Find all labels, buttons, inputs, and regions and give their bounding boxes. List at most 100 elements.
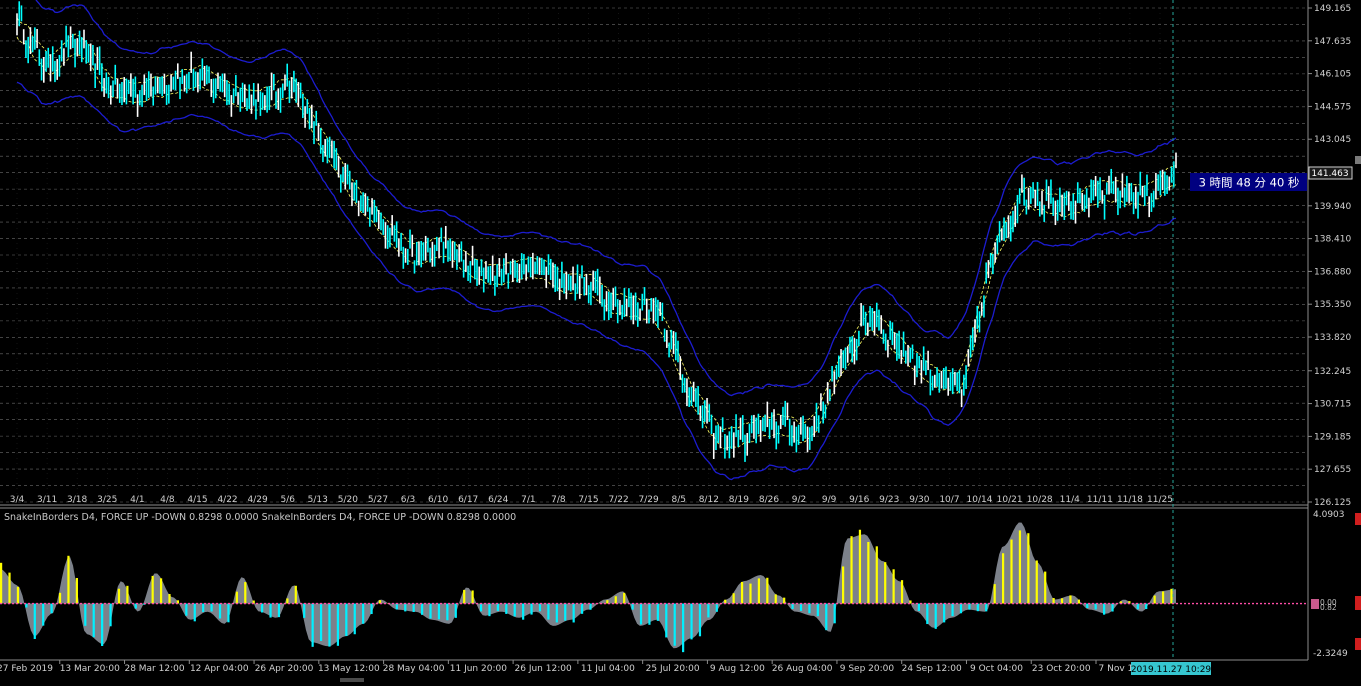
indicator-bar bbox=[530, 604, 532, 615]
indicator-bar bbox=[665, 604, 667, 638]
indicator-bar bbox=[1111, 604, 1113, 612]
indicator-bar bbox=[1036, 560, 1038, 603]
indicator-bar bbox=[800, 604, 802, 611]
indicator-bar bbox=[480, 604, 482, 612]
indicator-bar bbox=[817, 604, 819, 617]
indicator-bar bbox=[295, 586, 297, 604]
time-tick-label: 28 Mar 12:00 bbox=[124, 664, 184, 674]
indicator-bar bbox=[514, 604, 516, 617]
indicator-bar bbox=[556, 604, 558, 623]
indicator-bar bbox=[985, 604, 987, 612]
date-tick-label: 3/18 bbox=[67, 495, 87, 505]
current-price-label: 141.463 bbox=[1311, 169, 1348, 179]
indicator-bar bbox=[152, 576, 154, 604]
cursor-date-text: 2019.11.27 10:29 bbox=[1131, 665, 1212, 675]
indicator-bar bbox=[783, 598, 785, 604]
date-tick-label: 10/21 bbox=[997, 495, 1023, 505]
indicator-bar bbox=[834, 604, 836, 624]
indicator-bar bbox=[446, 604, 448, 621]
indicator-bar bbox=[404, 604, 406, 612]
indicator-bar bbox=[42, 604, 44, 626]
price-tick-label: 126.125 bbox=[1314, 498, 1351, 508]
date-tick-label: 9/16 bbox=[849, 495, 869, 505]
time-tick-label: 25 Jul 20:00 bbox=[646, 664, 700, 674]
indicator-bar bbox=[185, 604, 187, 616]
indicator-bar bbox=[918, 604, 920, 611]
date-tick-label: 3/4 bbox=[10, 495, 25, 505]
indicator-bar bbox=[472, 590, 474, 603]
date-tick-label: 4/29 bbox=[248, 495, 268, 505]
price-tick-label: 139.940 bbox=[1314, 202, 1351, 212]
indicator-bar bbox=[312, 604, 314, 647]
indicator-tick-label: 4.0903 bbox=[1313, 510, 1345, 520]
indicator-bar bbox=[67, 556, 69, 604]
time-tick-label: 12 Apr 04:00 bbox=[190, 664, 249, 674]
date-tick-label: 8/19 bbox=[729, 495, 749, 505]
indicator-bar bbox=[421, 604, 423, 615]
indicator-bar bbox=[632, 604, 634, 610]
indicator-bar bbox=[1137, 604, 1139, 610]
indicator-bar bbox=[648, 604, 650, 625]
date-tick-label: 4/15 bbox=[187, 495, 207, 505]
indicator-bar bbox=[674, 604, 676, 646]
indicator-tick-label: -2.3249 bbox=[1313, 649, 1348, 659]
indicator-bar bbox=[354, 604, 356, 635]
date-tick-label: 5/20 bbox=[338, 495, 358, 505]
time-tick-label: 26 Jun 12:00 bbox=[515, 664, 572, 674]
indicator-bar bbox=[118, 589, 120, 604]
chart-background bbox=[0, 0, 1361, 682]
time-tick-label: 26 Apr 20:00 bbox=[255, 664, 314, 674]
date-tick-label: 3/25 bbox=[97, 495, 117, 505]
indicator-bar bbox=[682, 604, 684, 653]
indicator-bar bbox=[202, 604, 204, 613]
indicator-bar bbox=[876, 546, 878, 603]
indicator-bar bbox=[76, 578, 78, 604]
price-tick-label: 146.105 bbox=[1314, 70, 1351, 80]
indicator-bar bbox=[657, 604, 659, 621]
current-price-marker: 141.463 bbox=[1309, 167, 1352, 179]
cursor-date-label: 2019.11.27 10:29 bbox=[1131, 662, 1212, 675]
indicator-bar bbox=[1044, 572, 1046, 604]
indicator-bar bbox=[168, 594, 170, 604]
indicator-bar bbox=[438, 604, 440, 620]
indicator-bar bbox=[126, 586, 128, 604]
indicator-bar bbox=[1078, 600, 1080, 604]
indicator-bar bbox=[236, 592, 238, 604]
time-tick-label: 9 Oct 04:00 bbox=[970, 664, 1023, 674]
indicator-bar bbox=[1061, 598, 1063, 603]
indicator-bar bbox=[8, 573, 10, 604]
indicator-bar bbox=[547, 604, 549, 620]
indicator-bar bbox=[1162, 591, 1164, 603]
indicator-bar bbox=[59, 593, 61, 604]
indicator-high-marker bbox=[1355, 513, 1361, 525]
date-tick-label: 11/18 bbox=[1117, 495, 1143, 505]
indicator-bar bbox=[1019, 530, 1021, 603]
indicator-bar bbox=[505, 604, 507, 614]
time-tick-label: 26 Aug 04:00 bbox=[772, 664, 833, 674]
indicator-bar bbox=[362, 604, 364, 624]
indicator-bar bbox=[1145, 604, 1147, 609]
indicator-bar bbox=[951, 604, 953, 617]
indicator-bar bbox=[413, 604, 415, 612]
indicator-bar bbox=[160, 578, 162, 603]
date-tick-label: 4/1 bbox=[130, 495, 144, 505]
date-tick-label: 9/30 bbox=[909, 495, 929, 505]
price-tick-label: 132.245 bbox=[1314, 367, 1351, 377]
date-tick-label: 10/28 bbox=[1027, 495, 1053, 505]
date-tick-label: 5/27 bbox=[368, 495, 388, 505]
indicator-bar bbox=[716, 604, 718, 612]
indicator-bar bbox=[977, 604, 979, 612]
date-tick-label: 6/3 bbox=[401, 495, 415, 505]
indicator-bar bbox=[867, 542, 869, 604]
indicator-bar bbox=[926, 604, 928, 625]
indicator-bar bbox=[775, 594, 777, 603]
indicator-bar bbox=[337, 604, 339, 646]
chart-canvas[interactable]: 149.165147.635146.105144.575143.045141.5… bbox=[0, 0, 1361, 682]
scrollbar-thumb[interactable] bbox=[340, 678, 364, 682]
indicator-title: SnakeInBorders D4, FORCE UP -DOWN 0.8298… bbox=[4, 512, 516, 523]
time-tick-label: 13 May 12:00 bbox=[318, 664, 380, 674]
date-tick-label: 7/8 bbox=[551, 495, 566, 505]
indicator-bar bbox=[244, 582, 246, 603]
price-tick-label: 144.575 bbox=[1314, 102, 1351, 112]
indicator-bar bbox=[370, 604, 372, 614]
